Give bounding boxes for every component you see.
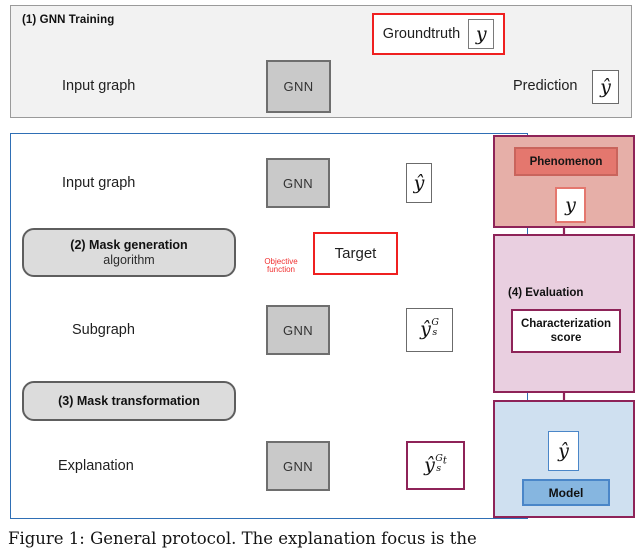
model-title: Model	[522, 479, 610, 506]
objective-function-line2: function	[266, 265, 296, 275]
groundtruth-label: Groundtruth	[382, 26, 461, 42]
phenomenon-title: Phenomenon	[514, 147, 618, 176]
characterization-score-line1: Characterization	[520, 317, 612, 330]
model-symbol: ŷ	[558, 439, 569, 462]
groundtruth-symbol-box: y	[468, 19, 495, 49]
model-symbol-box: ŷ	[548, 431, 579, 471]
step-mask-generation: (2) Mask generation algorithm	[22, 228, 236, 277]
target-box: Target	[313, 232, 398, 275]
pipeline-output-symbol-3: ŷGst	[424, 452, 447, 476]
pipeline-gnn-block-2: GNN	[266, 305, 330, 355]
step-mask-generation-subtitle: algorithm	[103, 253, 155, 267]
pipeline-output-symbol-2: ŷGs	[420, 317, 439, 341]
step-mask-transformation-title: (3) Mask transformation	[58, 394, 200, 408]
figure-canvas: (1) GNN Training Input graph GNN Groundt…	[0, 0, 640, 552]
pipeline-explanation-label: Explanation	[58, 458, 134, 474]
target-label: Target	[334, 245, 377, 262]
panel-gnn-training-title: (1) GNN Training	[22, 14, 115, 26]
phenomenon-symbol-box: y	[555, 187, 586, 223]
panel1-prediction-symbol: ŷ	[600, 75, 611, 98]
step-mask-transformation: (3) Mask transformation	[22, 381, 236, 421]
panel-evaluation: (4) Evaluation Characterization score	[493, 234, 635, 393]
pipeline-gnn-block-1: GNN	[266, 158, 330, 208]
characterization-score-box: Characterization score	[511, 309, 621, 353]
pipeline-output-box-1: ŷ	[406, 163, 432, 203]
groundtruth-box: Groundtruth y	[372, 13, 505, 55]
pipeline-output-box-2: ŷGs	[406, 308, 453, 352]
evaluation-title: (4) Evaluation	[508, 287, 584, 299]
panel-phenomenon: Phenomenon y	[493, 135, 635, 228]
panel1-gnn-block: GNN	[266, 60, 331, 113]
pipeline-subgraph-label: Subgraph	[72, 322, 135, 338]
step-mask-generation-title: (2) Mask generation	[70, 238, 188, 252]
groundtruth-symbol: y	[475, 22, 487, 45]
phenomenon-symbol: y	[565, 193, 576, 216]
pipeline-output-symbol-1: ŷ	[413, 171, 425, 194]
figure-caption: Figure 1: General protocol. The explanat…	[8, 529, 477, 548]
objective-function-label: Objective function	[252, 257, 310, 275]
panel-model: ŷ Model	[493, 400, 635, 518]
characterization-score-line2: score	[550, 332, 582, 344]
panel1-prediction-label: Prediction	[513, 78, 578, 94]
pipeline-input-graph-label: Input graph	[62, 175, 136, 191]
panel1-input-graph-label: Input graph	[62, 78, 136, 94]
pipeline-output-box-3: ŷGst	[406, 441, 465, 490]
panel1-prediction-symbol-box: ŷ	[592, 70, 619, 104]
pipeline-gnn-block-3: GNN	[266, 441, 330, 491]
